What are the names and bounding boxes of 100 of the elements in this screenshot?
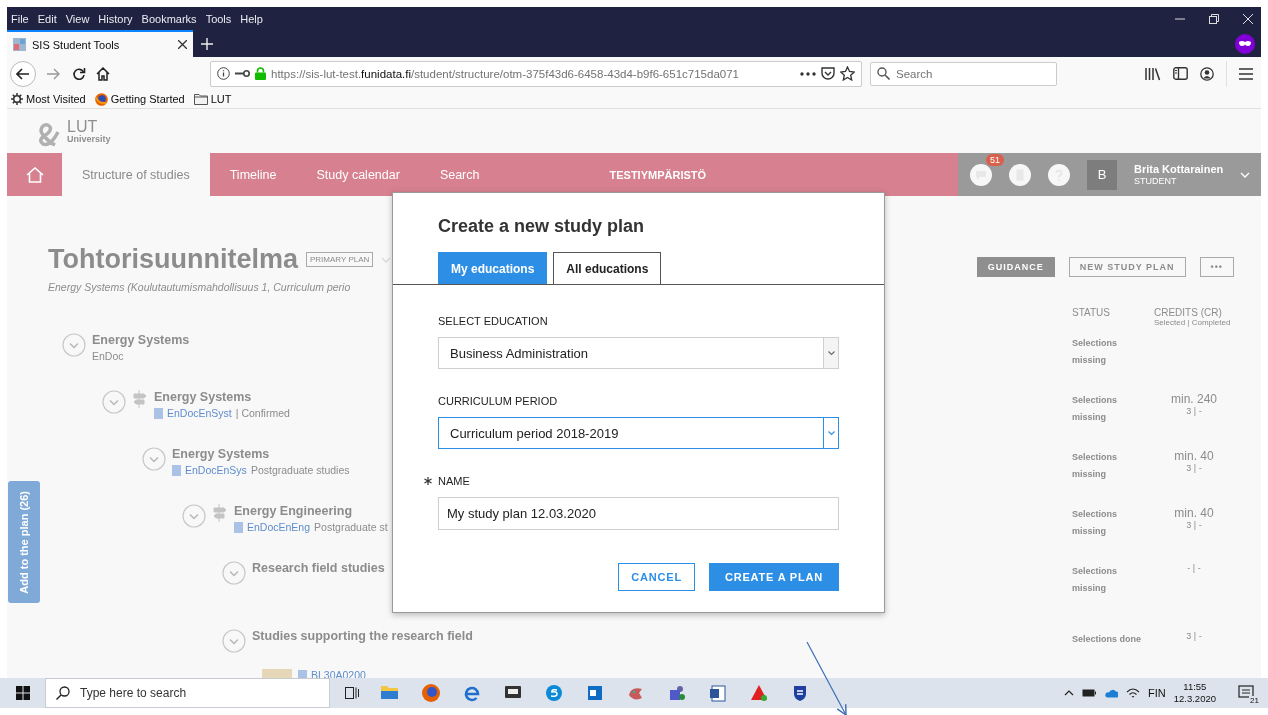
credits-counts: 3 | -: [1186, 463, 1202, 473]
module-info: Postgraduate studies: [250, 464, 350, 476]
pocket-icon[interactable]: [821, 67, 835, 80]
more-icon[interactable]: [800, 71, 816, 76]
plan-title: Tohtorisuunnitelma: [48, 244, 298, 275]
dialog-tab[interactable]: All educations: [553, 252, 662, 284]
windows-start-icon[interactable]: [15, 686, 30, 700]
credits-counts: - | -: [1187, 563, 1201, 573]
task-view-icon[interactable]: [345, 686, 359, 700]
field-label: CURRICULUM PERIOD: [438, 395, 558, 407]
name-input-field[interactable]: My study plan 12.03.2020: [438, 497, 839, 530]
field-label: SELECT EDUCATION: [438, 315, 548, 327]
menu-item[interactable]: Tools: [205, 12, 232, 25]
menu-item[interactable]: Help: [240, 12, 263, 25]
restore-icon[interactable]: [1209, 13, 1219, 24]
menu-icon[interactable]: [1239, 67, 1253, 80]
avatar[interactable]: B: [1087, 159, 1117, 190]
logo-text: LUT: [67, 118, 99, 135]
lock-icon[interactable]: [255, 67, 266, 80]
bookmark-item[interactable]: Most Visited: [11, 93, 86, 105]
column-subheader: Selected | Completed: [1154, 318, 1232, 327]
account-icon[interactable]: [1200, 66, 1214, 81]
user-role: STUDENT: [1134, 175, 1178, 188]
document-icon: [172, 464, 181, 476]
bookmark-item[interactable]: LUT: [193, 93, 232, 105]
chat-icon[interactable]: [970, 163, 992, 186]
status-text: Selections missing: [1072, 394, 1119, 425]
info-icon[interactable]: [217, 67, 230, 80]
environment-label: TESTIYMPÄRISTÖ: [609, 167, 707, 183]
library-icon[interactable]: [1145, 66, 1161, 81]
document-icon: [234, 521, 243, 533]
menu-item[interactable]: File: [11, 12, 29, 25]
language-indicator[interactable]: FIN: [1148, 687, 1166, 699]
menu-item[interactable]: History: [98, 12, 133, 25]
column-header: CREDITS (CR): [1154, 307, 1223, 318]
close-icon[interactable]: [178, 40, 187, 49]
forward-icon[interactable]: [46, 67, 60, 80]
module-title: Energy Systems: [154, 390, 253, 404]
globe-icon: [94, 92, 108, 106]
menu-item[interactable]: Bookmarks: [141, 12, 197, 25]
status-text: Selections missing: [1072, 508, 1119, 539]
field-label: NAME: [438, 475, 470, 487]
back-button[interactable]: [10, 60, 36, 87]
module-title: Energy Systems: [92, 333, 190, 347]
address-bar[interactable]: https://sis-lut-test.funidata.fi/student/structure/otm-375f43d6-6458-43d4-b9f6-651c715da071: [210, 60, 862, 87]
search-box[interactable]: Search: [870, 61, 1057, 86]
new-tab-icon[interactable]: [201, 37, 213, 50]
browser-tab[interactable]: SIS Student Tools: [7, 30, 193, 57]
tab-title: SIS Student Tools: [32, 38, 121, 51]
module-title: Research field studies: [252, 561, 385, 575]
browser-icon[interactable]: [421, 683, 441, 703]
clock-time[interactable]: 11:55: [1183, 681, 1207, 693]
module-title: Energy Engineering: [234, 504, 354, 518]
search-icon: [56, 686, 70, 700]
folder-icon: [193, 93, 208, 105]
taskbar-search-box[interactable]: Type here to search: [45, 678, 330, 708]
battery-icon[interactable]: [1082, 689, 1096, 697]
credits-value: min. 240: [1171, 392, 1217, 406]
team-icon[interactable]: [667, 683, 687, 703]
select-field[interactable]: Business Administration: [438, 337, 839, 369]
search-field[interactable]: Search: [896, 67, 1036, 80]
star-icon[interactable]: [840, 66, 855, 81]
mask-icon[interactable]: [1235, 33, 1255, 54]
notification-badge: 51: [986, 153, 1004, 166]
url-text[interactable]: https://sis-lut-test.funidata.fi/student/structure/otm-375f43d6-6458-43d4-b9f6-651c715da071: [271, 67, 795, 80]
home-icon[interactable]: [96, 66, 110, 81]
module-title: Studies supporting the research field: [252, 629, 473, 643]
home-icon: [25, 166, 44, 183]
credits-counts: 3 | -: [1186, 406, 1202, 416]
cloud-icon[interactable]: [1104, 688, 1118, 698]
logo-subtext: University: [67, 134, 111, 144]
clock-date[interactable]: 12.3.2020: [1173, 693, 1216, 705]
status-text: Selections done: [1072, 633, 1143, 646]
plan-subtitle: Energy Systems (Koulutautumismahdollisuus 1, Curriculum perio: [48, 281, 352, 293]
gear-icon: [11, 93, 23, 105]
notification-count: 21: [1249, 696, 1260, 705]
select-field[interactable]: Curriculum period 2018-2019: [438, 417, 839, 449]
credits-counts: 3 | -: [1186, 631, 1202, 641]
key-icon[interactable]: [235, 69, 250, 78]
taskbar-search-field[interactable]: Type here to search: [80, 686, 320, 700]
menu-item[interactable]: View: [65, 12, 90, 25]
credits-value: min. 40: [1174, 449, 1214, 463]
chevron-up-icon[interactable]: [1064, 690, 1074, 696]
chevron-down-icon: [827, 350, 835, 356]
sidebar-icon[interactable]: [1173, 67, 1188, 80]
status-text: Selections missing: [1072, 565, 1119, 596]
chevron-down-icon: [827, 430, 835, 436]
module-info: | Confirmed: [235, 407, 290, 419]
favicon-icon: [13, 38, 26, 51]
credits-counts: 3 | -: [1186, 520, 1202, 530]
dialog-title: Create a new study plan: [438, 216, 646, 237]
status-text: Selections missing: [1072, 337, 1119, 368]
document-icon[interactable]: [1009, 163, 1031, 186]
credits-value: min. 40: [1174, 506, 1214, 520]
chat-bubble-icon[interactable]: [544, 683, 564, 703]
help-icon[interactable]: [1048, 163, 1070, 186]
reload-icon[interactable]: [72, 66, 86, 81]
menu-item[interactable]: Edit: [37, 12, 57, 25]
bookmark-item[interactable]: Getting Started: [94, 92, 185, 106]
wifi-icon[interactable]: [1126, 687, 1140, 699]
